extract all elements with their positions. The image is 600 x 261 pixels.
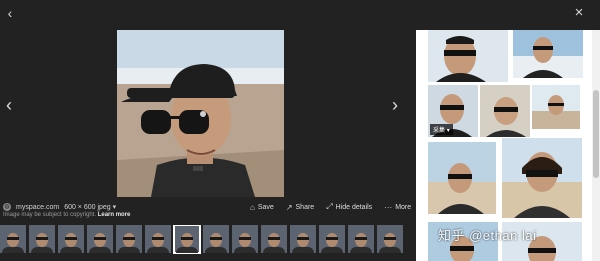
hide-details-label: Hide details (335, 203, 373, 211)
globe-icon: ◍ (3, 203, 11, 211)
filmstrip-thumbnail[interactable] (261, 225, 287, 253)
related-image-tagged[interactable]: 采集 ▾ (428, 85, 478, 137)
related-image-graphic (480, 85, 530, 137)
related-image-graphic (428, 142, 496, 214)
filmstrip-thumbnail[interactable] (290, 225, 316, 253)
previous-image-button[interactable]: ‹ (2, 96, 16, 114)
watermark-text: 知乎 @ethan lai (438, 228, 537, 243)
related-panel-scrollbar[interactable] (592, 30, 600, 261)
image-dimensions[interactable]: 600 × 600 jpeg ▾ (64, 203, 116, 211)
related-image-graphic (532, 85, 580, 129)
related-image[interactable] (480, 85, 530, 137)
more-label: More (395, 203, 412, 211)
filmstrip-thumbnail[interactable] (319, 225, 345, 253)
share-button[interactable]: ↗ Share (286, 203, 314, 212)
bookmark-icon: ⌂ (250, 202, 255, 212)
related-image[interactable] (428, 142, 496, 214)
filmstrip-thumbnail-selected[interactable] (173, 225, 201, 254)
chevron-down-icon: ▾ (112, 204, 117, 211)
back-button[interactable]: ‹ (3, 6, 17, 20)
main-image-graphic (117, 30, 284, 197)
hide-details-button[interactable]: ⤢ Hide details (326, 202, 372, 212)
related-image[interactable] (428, 30, 508, 82)
filmstrip-thumbnail[interactable] (0, 225, 26, 253)
filmstrip-thumbnail[interactable] (29, 225, 55, 253)
share-label: Share (295, 203, 315, 211)
related-image[interactable] (502, 138, 582, 218)
filmstrip-thumbnail[interactable] (232, 225, 258, 253)
filmstrip-thumbnail[interactable] (348, 225, 374, 253)
filmstrip-thumbnail[interactable] (116, 225, 142, 253)
copyright-notice: Image may be subject to copyright. Learn… (3, 212, 130, 218)
copyright-text: Image may be subject to copyright. (3, 212, 97, 218)
related-image[interactable] (532, 85, 580, 129)
next-image-button[interactable]: › (388, 96, 402, 114)
chevron-down-icon: ▾ (446, 128, 450, 134)
filmstrip-thumbnail[interactable] (58, 225, 84, 253)
image-viewer: ‹ × ‹ › ◍ myspace.com 600 × 600 jpeg ▾ I… (0, 0, 600, 261)
collect-tag[interactable]: 采集 ▾ (430, 124, 453, 135)
more-icon: ··· (384, 202, 393, 212)
save-label: Save (257, 203, 274, 211)
save-button[interactable]: ⌂ Save (250, 203, 274, 212)
filmstrip-thumbnail[interactable] (203, 225, 229, 253)
learn-more-link[interactable]: Learn more (98, 212, 131, 218)
related-image-graphic (513, 30, 583, 78)
share-icon: ↗ (285, 202, 293, 212)
scrollbar-thumb[interactable] (593, 90, 599, 178)
filmstrip-thumbnail[interactable] (87, 225, 113, 253)
collect-tag-label: 采集 (433, 128, 446, 134)
image-actions: ⌂ Save ↗ Share ⤢ Hide details ··· More (250, 201, 411, 213)
hide-icon: ⤢ (326, 202, 333, 211)
related-image-graphic (502, 138, 582, 218)
related-image-graphic (428, 30, 508, 82)
filmstrip (0, 225, 415, 255)
related-image[interactable] (513, 30, 583, 78)
source-site-link[interactable]: myspace.com (16, 204, 59, 211)
filmstrip-thumbnail[interactable] (145, 225, 171, 253)
main-image[interactable] (117, 30, 284, 197)
filmstrip-thumbnail[interactable] (377, 225, 403, 253)
close-button[interactable]: × (572, 5, 586, 20)
more-button[interactable]: ··· More (384, 203, 411, 212)
image-dimensions-text: 600 × 600 jpeg (64, 204, 111, 211)
